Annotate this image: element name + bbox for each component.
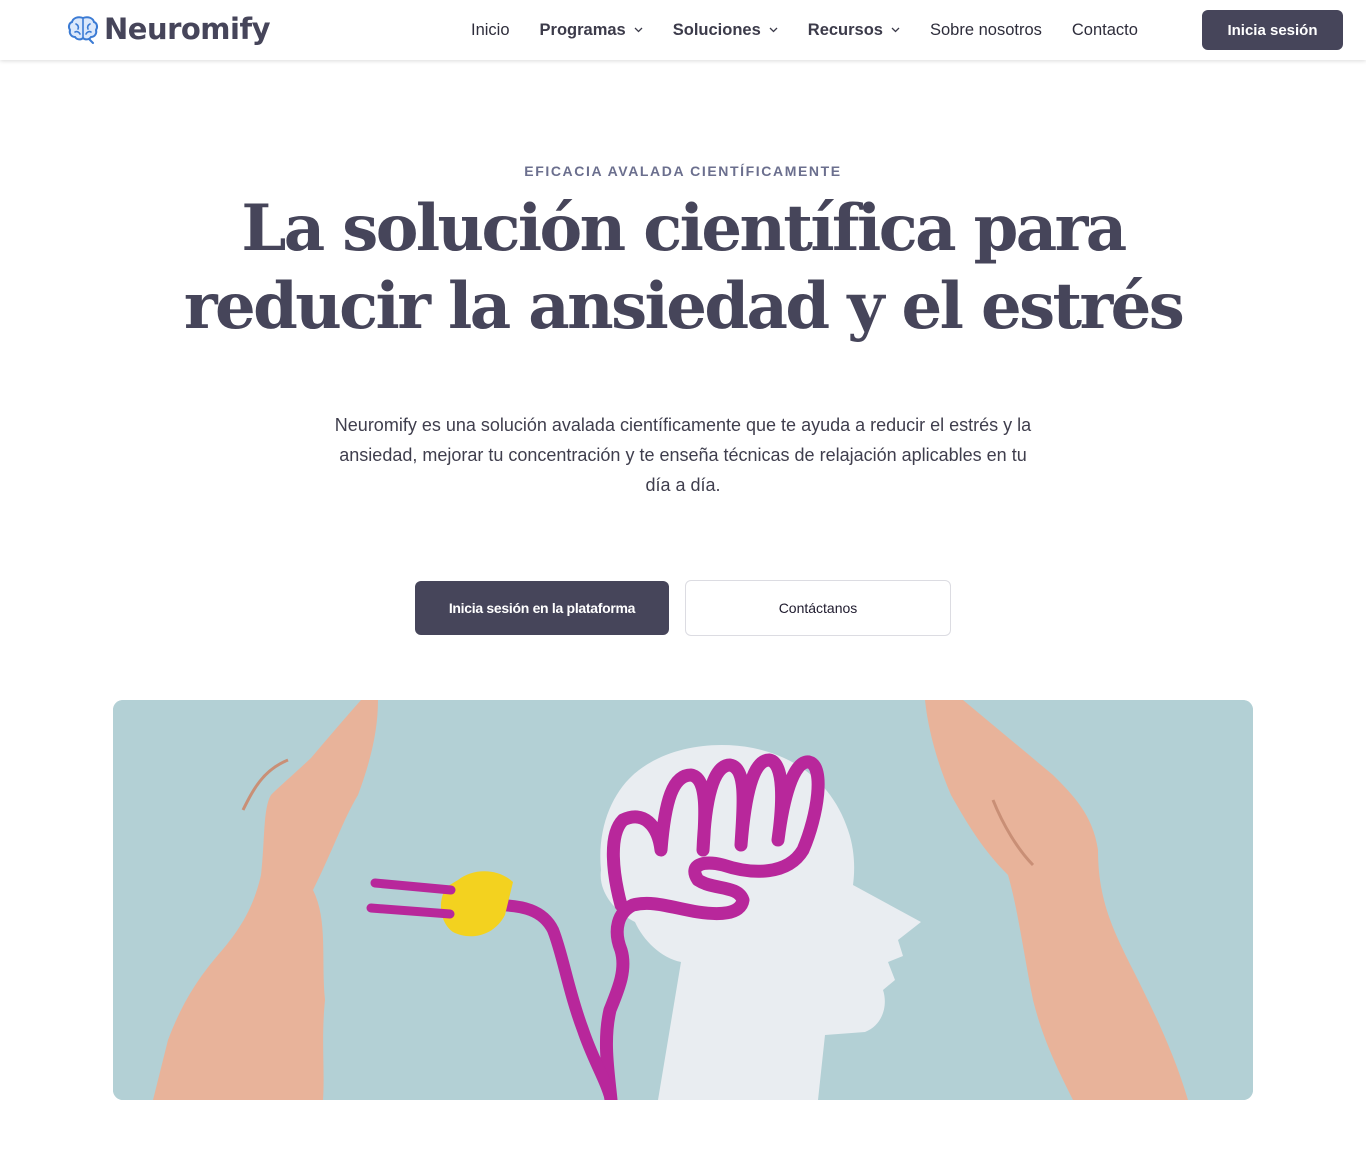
hero-intro: Neuromify es una solución avalada cientí… <box>334 415 1032 495</box>
site-header: Neuromify Inicio Programas Soluciones Re… <box>0 0 1366 60</box>
chevron-down-icon <box>634 27 643 33</box>
chevron-down-icon <box>769 27 778 33</box>
main-nav: Inicio Programas Soluciones Recursos Sob… <box>471 0 1168 60</box>
nav-item-sobre-nosotros[interactable]: Sobre nosotros <box>930 21 1042 40</box>
headline-line-2: reducir la ansiedad y el estrés <box>183 269 1185 344</box>
nav-label: Recursos <box>807 20 883 39</box>
hero-illustration <box>113 700 1253 1100</box>
brand-name: Neuromify <box>104 12 271 46</box>
nav-label: Soluciones <box>672 20 761 39</box>
logo-link[interactable]: Neuromify <box>67 11 271 47</box>
brain-icon <box>67 13 99 45</box>
chevron-down-icon <box>891 27 900 33</box>
nav-label: Inicio <box>471 20 510 39</box>
nav-item-programas[interactable]: Programas <box>540 21 643 40</box>
nav-label: Sobre nosotros <box>929 20 1042 39</box>
nav-label: Contacto <box>1071 20 1138 39</box>
hero-headline: La solución científica para reducir la a… <box>183 190 1185 346</box>
nav-item-recursos[interactable]: Recursos <box>808 21 900 40</box>
nav-item-soluciones[interactable]: Soluciones <box>673 21 778 40</box>
headline-line-1: La solución científica para <box>241 191 1127 266</box>
login-button[interactable]: Inicia sesión <box>1202 10 1343 50</box>
hero-eyebrow: EFICACIA AVALADA CIENTÍFICAMENTE <box>524 163 842 179</box>
nav-item-inicio[interactable]: Inicio <box>471 21 510 40</box>
nav-label: Programas <box>539 20 626 39</box>
hero-image <box>113 700 1253 1100</box>
platform-login-button[interactable]: Inicia sesión en la plataforma <box>415 581 669 635</box>
nav-item-contacto[interactable]: Contacto <box>1072 21 1138 40</box>
contact-button[interactable]: Contáctanos <box>685 580 951 636</box>
